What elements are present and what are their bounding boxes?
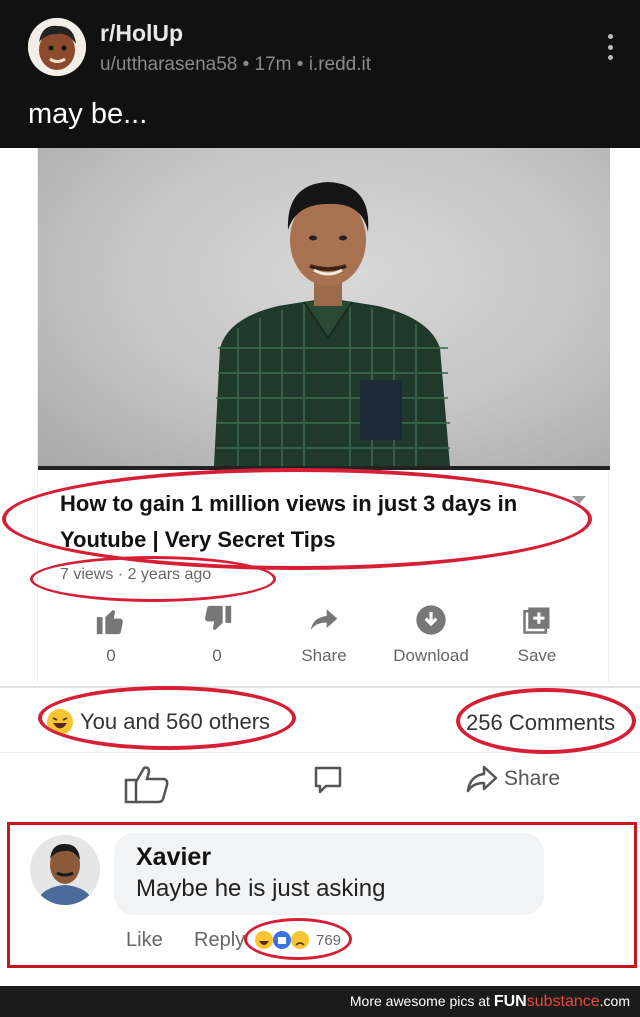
- watermark-bar: More awesome pics at FUNsubstance.com: [0, 986, 640, 1017]
- comment-bubble[interactable]: Xavier Maybe he is just asking: [114, 833, 544, 915]
- subreddit-avatar[interactable]: [28, 18, 86, 76]
- share-label: Share: [301, 646, 347, 665]
- like-count: 0: [106, 646, 116, 665]
- post-image[interactable]: How to gain 1 million views in just 3 da…: [0, 148, 640, 986]
- dislike-count: 0: [212, 646, 222, 665]
- subreddit-name[interactable]: r/HolUp: [100, 20, 183, 47]
- comments-highlight-ring: [456, 688, 636, 754]
- download-label: Download: [393, 646, 469, 665]
- fb-comment-button[interactable]: [312, 764, 344, 796]
- thumbs-down-icon: [162, 600, 272, 640]
- fb-like-button[interactable]: [124, 764, 170, 804]
- share-video-button[interactable]: Share: [269, 600, 379, 666]
- like-video-button[interactable]: 0: [56, 600, 166, 666]
- more-options-icon[interactable]: [602, 34, 618, 60]
- post-title: may be...: [28, 98, 148, 130]
- title-highlight-ring: [2, 468, 592, 570]
- comment-like-link[interactable]: Like: [126, 929, 163, 952]
- share-arrow-icon: [269, 600, 379, 640]
- dislike-video-button[interactable]: 0: [162, 600, 272, 666]
- comment-bubble-icon: [314, 766, 342, 794]
- video-action-bar: 0 0 Share Download Save: [38, 600, 610, 670]
- watermark-domain: .com: [599, 993, 630, 1009]
- views-highlight-ring: [30, 556, 276, 602]
- download-video-button[interactable]: Download: [376, 600, 486, 666]
- watermark-prefix: More awesome pics at: [349, 993, 494, 1009]
- comment-text: Maybe he is just asking: [136, 875, 386, 902]
- video-thumbnail[interactable]: [38, 148, 610, 466]
- share-button-label: Share: [504, 767, 561, 790]
- watermark-brand-suffix: substance: [526, 993, 600, 1010]
- watermark-text: More awesome pics at FUNsubstance.com: [350, 993, 630, 1011]
- download-icon: [376, 600, 486, 640]
- save-playlist-icon: [482, 600, 592, 640]
- like-thumb-icon: [124, 766, 169, 804]
- thumbs-up-icon: [56, 600, 166, 640]
- watermark-brand: FUN: [493, 993, 527, 1010]
- post-meta: u/uttharasena58 • 17m • i.redd.it: [100, 54, 372, 75]
- comment-author[interactable]: Xavier: [136, 843, 211, 872]
- save-label: Save: [517, 646, 557, 665]
- share-icon: [466, 765, 498, 793]
- youtube-video-card: How to gain 1 million views in just 3 da…: [37, 148, 610, 682]
- commenter-avatar[interactable]: [30, 835, 100, 905]
- post-header: r/HolUp u/uttharasena58 • 17m • i.redd.i…: [0, 0, 640, 148]
- fb-share-button[interactable]: Share: [466, 764, 560, 794]
- comment-reactions-highlight-ring: [244, 918, 352, 960]
- save-video-button[interactable]: Save: [482, 600, 592, 666]
- reactions-highlight-ring: [38, 686, 296, 750]
- comment-reply-link[interactable]: Reply: [194, 929, 245, 952]
